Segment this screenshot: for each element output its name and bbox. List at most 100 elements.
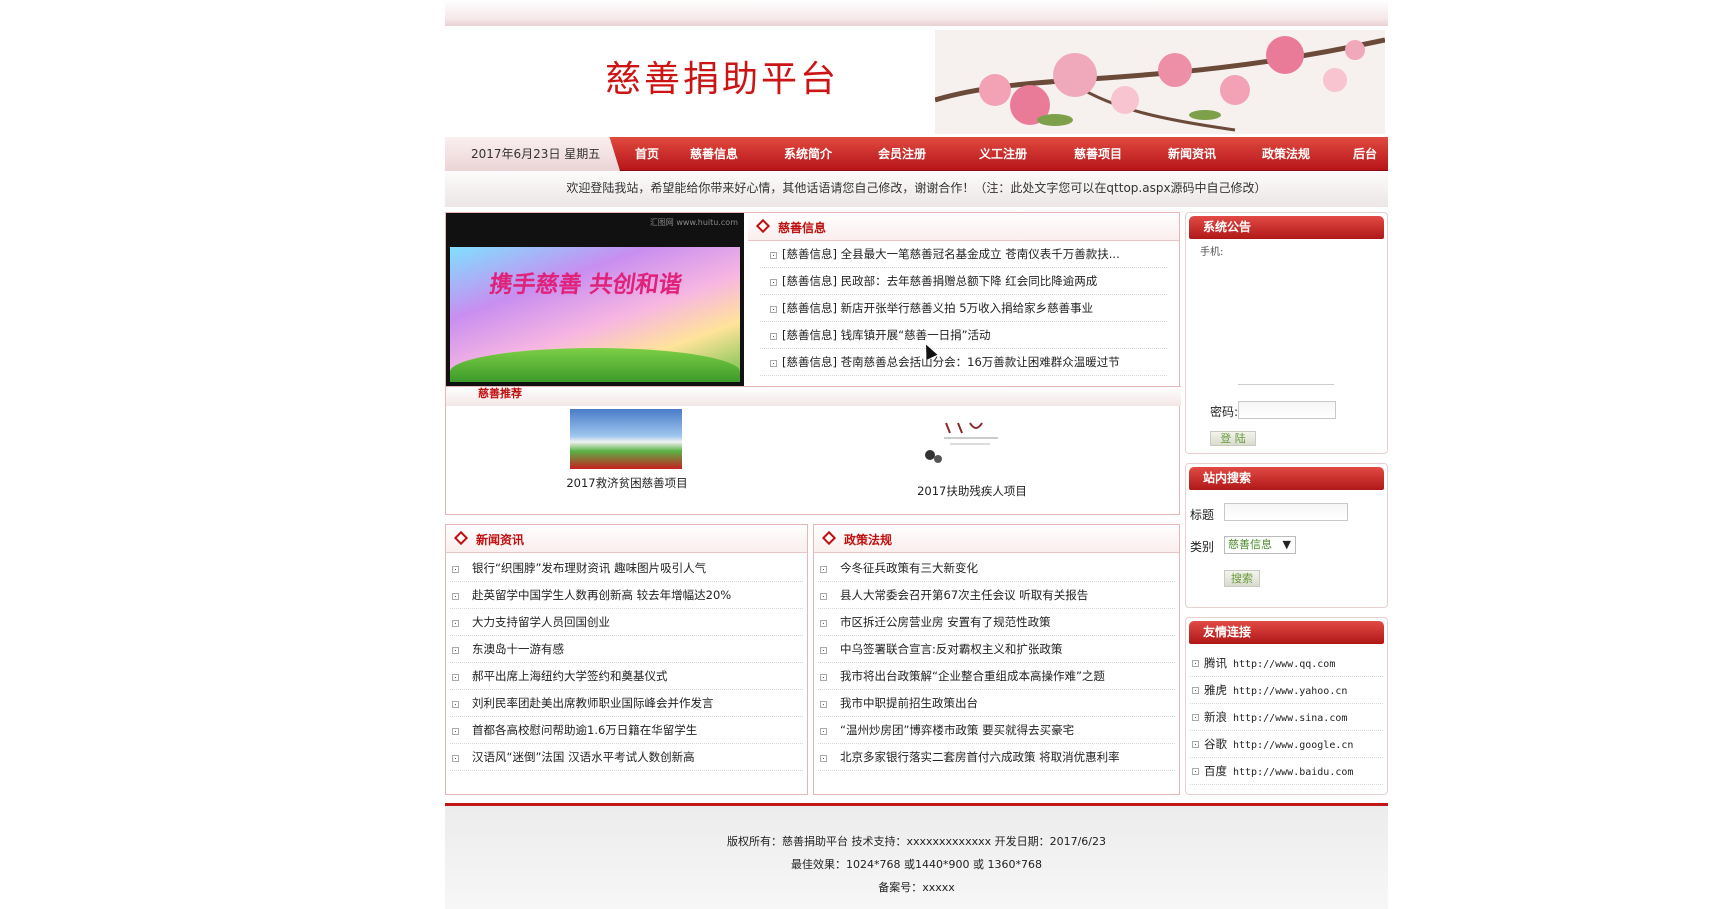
nav-member-register[interactable]: 会员注册	[878, 137, 926, 171]
bullet-icon	[820, 593, 827, 600]
search-title-label: 标题	[1190, 508, 1215, 522]
bullet-icon	[1192, 768, 1199, 775]
search-header: 站内搜索	[1189, 467, 1384, 490]
link-item[interactable]: 新浪 http://www.sina.com	[1190, 704, 1383, 731]
recommend-caption-1[interactable]: 2017救济贫困慈善项目	[566, 476, 688, 490]
link-item[interactable]: 腾讯 http://www.qq.com	[1190, 650, 1383, 677]
recommend-header: 慈善推荐	[446, 386, 1181, 406]
bullet-icon	[820, 728, 827, 735]
bullet-icon	[820, 566, 827, 573]
featured-photo[interactable]: 汇图网 www.huitu.com 携手慈善 共创和谐	[446, 213, 744, 386]
list-item[interactable]: [慈善信息] 钱库镇开展“慈善一日捐”活动	[760, 322, 1167, 349]
footer-resolution: 最佳效果：1024*768 或1440*900 或 1360*768	[791, 858, 1042, 871]
peach-blossom-image	[935, 30, 1385, 134]
recommend-title: 慈善推荐	[478, 387, 522, 400]
page: 慈善捐助平台 2017年6月23日 星期五 首页 慈善信息 系统简介 会员注册 …	[445, 0, 1388, 909]
site-title: 慈善捐助平台	[605, 59, 840, 100]
links-header: 友情连接	[1189, 621, 1384, 644]
bullet-icon	[770, 306, 777, 313]
footer: 版权所有：慈善捐助平台 技术支持：xxxxxxxxxxxxx 开发日期：2017…	[445, 803, 1388, 909]
link-item[interactable]: 百度 http://www.baidu.com	[1190, 758, 1383, 785]
list-item[interactable]: 县人大常委会召开第67次主任会议 听取有关报告	[818, 582, 1175, 609]
photo-watermark: 汇图网 www.huitu.com	[649, 218, 738, 227]
nav-admin[interactable]: 后台	[1353, 137, 1377, 171]
search-category-label: 类别	[1190, 540, 1215, 554]
list-item[interactable]: [慈善信息] 民政部：去年慈善捐赠总额下降 红会同比降逾两成	[760, 268, 1167, 295]
username-label: 手机:	[1200, 247, 1224, 258]
bullet-icon	[452, 566, 459, 573]
charity-info-panel: 慈善信息 [慈善信息] 全县最大一笔慈善冠名基金成立 苍南仪表千万善款扶... …	[748, 213, 1179, 388]
links-box: 友情连接 腾讯 http://www.qq.com 雅虎 http://www.ya…	[1185, 617, 1388, 795]
banner: 慈善捐助平台	[445, 26, 1388, 134]
nav-charity-info[interactable]: 慈善信息	[690, 137, 738, 171]
recommend-image-1[interactable]	[570, 409, 682, 469]
list-item[interactable]: 刘利民率团赴美出席教师职业国际峰会并作发言	[450, 690, 803, 717]
bullet-icon	[820, 647, 827, 654]
nav-policy[interactable]: 政策法规	[1262, 137, 1310, 171]
list-item[interactable]: 首都各高校慰问帮助逾1.6万日籍在华留学生	[450, 717, 803, 744]
notice-header: 系统公告	[1189, 216, 1384, 239]
policy-title: 政策法规	[844, 533, 893, 547]
list-item[interactable]: 赴英留学中国学生人数再创新高 较去年增幅达20%	[450, 582, 803, 609]
list-item[interactable]: [慈善信息] 全县最大一笔慈善冠名基金成立 苍南仪表千万善款扶...	[760, 241, 1167, 268]
list-item[interactable]: 我市中职提前招生政策出台	[818, 690, 1175, 717]
list-item[interactable]: 汉语风“迷倒”法国 汉语水平考试人数创新高	[450, 744, 803, 771]
list-item[interactable]: 中乌签署联合宣言:反对霸权主义和扩张政策	[818, 636, 1175, 663]
diamond-icon	[821, 530, 837, 546]
link-item[interactable]: 谷歌 http://www.google.cn	[1190, 731, 1383, 758]
password-input[interactable]	[1238, 401, 1336, 419]
nav-charity-projects[interactable]: 慈善项目	[1074, 137, 1122, 171]
username-field-edge	[1238, 383, 1334, 385]
list-item[interactable]: 市区拆迁公房营业房 安置有了规范性政策	[818, 609, 1175, 636]
policy-header: 政策法规	[814, 525, 1179, 553]
charity-info-header: 慈善信息	[748, 213, 1179, 241]
news-title: 新闻资讯	[476, 533, 525, 547]
news-box: 新闻资讯 银行“织围脖”发布理财资讯 趣味图片吸引人气 赴英留学中国学生人数再创…	[445, 524, 808, 795]
bullet-icon	[452, 755, 459, 762]
bullet-icon	[770, 279, 777, 286]
photo-caption: 携手慈善 共创和谐	[487, 271, 684, 298]
nav-volunteer-register[interactable]: 义工注册	[979, 137, 1027, 171]
category-select[interactable]: 慈善信息 ▼	[1224, 536, 1296, 554]
nav-home[interactable]: 首页	[635, 137, 659, 171]
link-item[interactable]: 雅虎 http://www.yahoo.cn	[1190, 677, 1383, 704]
bullet-icon	[452, 728, 459, 735]
list-item[interactable]: “温州炒房团”博弈楼市政策 要买就得去买豪宅	[818, 717, 1175, 744]
bullet-icon	[452, 674, 459, 681]
list-item[interactable]: 今冬征兵政策有三大新变化	[818, 555, 1175, 582]
list-item[interactable]: 郝平出席上海纽约大学签约和奠基仪式	[450, 663, 803, 690]
links-list: 腾讯 http://www.qq.com 雅虎 http://www.yahoo.c…	[1190, 650, 1383, 785]
bullet-icon	[820, 701, 827, 708]
login-button[interactable]: 登 陆	[1210, 431, 1256, 446]
bullet-icon	[452, 701, 459, 708]
bullet-icon	[452, 647, 459, 654]
bullet-icon	[452, 620, 459, 627]
nav-system-intro[interactable]: 系统简介	[784, 137, 832, 171]
list-item[interactable]: [慈善信息] 新店开张举行慈善义拍 5万收入捐给家乡慈善事业	[760, 295, 1167, 322]
search-button[interactable]: 搜索	[1224, 570, 1260, 587]
list-item[interactable]: 东澳岛十一游有感	[450, 636, 803, 663]
bullet-icon	[1192, 741, 1199, 748]
policy-list: 今冬征兵政策有三大新变化 县人大常委会召开第67次主任会议 听取有关报告 市区拆…	[814, 555, 1179, 771]
bullet-icon	[770, 333, 777, 340]
chevron-down-icon: ▼	[1282, 538, 1291, 551]
recommend-caption-2[interactable]: 2017扶助残疾人项目	[902, 483, 1042, 499]
bullet-icon	[1192, 660, 1199, 667]
list-item[interactable]: 大力支持留学人员回国创业	[450, 609, 803, 636]
bullet-icon	[1192, 687, 1199, 694]
date-display: 2017年6月23日 星期五	[445, 137, 620, 171]
nav-news[interactable]: 新闻资讯	[1168, 137, 1216, 171]
recommend-image-2[interactable]	[922, 419, 1018, 471]
bullet-icon	[770, 252, 777, 259]
bullet-icon	[820, 620, 827, 627]
notice-box: 系统公告 手机: 密码: 登 陆	[1185, 212, 1388, 454]
list-item[interactable]: 北京多家银行落实二套房首付六成政策 将取消优惠利率	[818, 744, 1175, 771]
search-title-input[interactable]	[1224, 503, 1348, 521]
list-item[interactable]: 银行“织围脖”发布理财资讯 趣味图片吸引人气	[450, 555, 803, 582]
list-item[interactable]: [慈善信息] 苍南慈善总会括山分会：16万善款让困难群众温暖过节	[760, 349, 1167, 376]
news-header: 新闻资讯	[446, 525, 807, 553]
sidebar: 系统公告 手机: 密码: 登 陆 站内搜索 标题 类别 慈善信息 ▼ 搜索 友情连…	[1185, 212, 1388, 795]
list-item[interactable]: 我市将出台政策解“企业整合重组成本高操作难”之题	[818, 663, 1175, 690]
bullet-icon	[820, 674, 827, 681]
main-panel: 汇图网 www.huitu.com 携手慈善 共创和谐 慈善信息 [慈善信息] …	[445, 212, 1181, 515]
